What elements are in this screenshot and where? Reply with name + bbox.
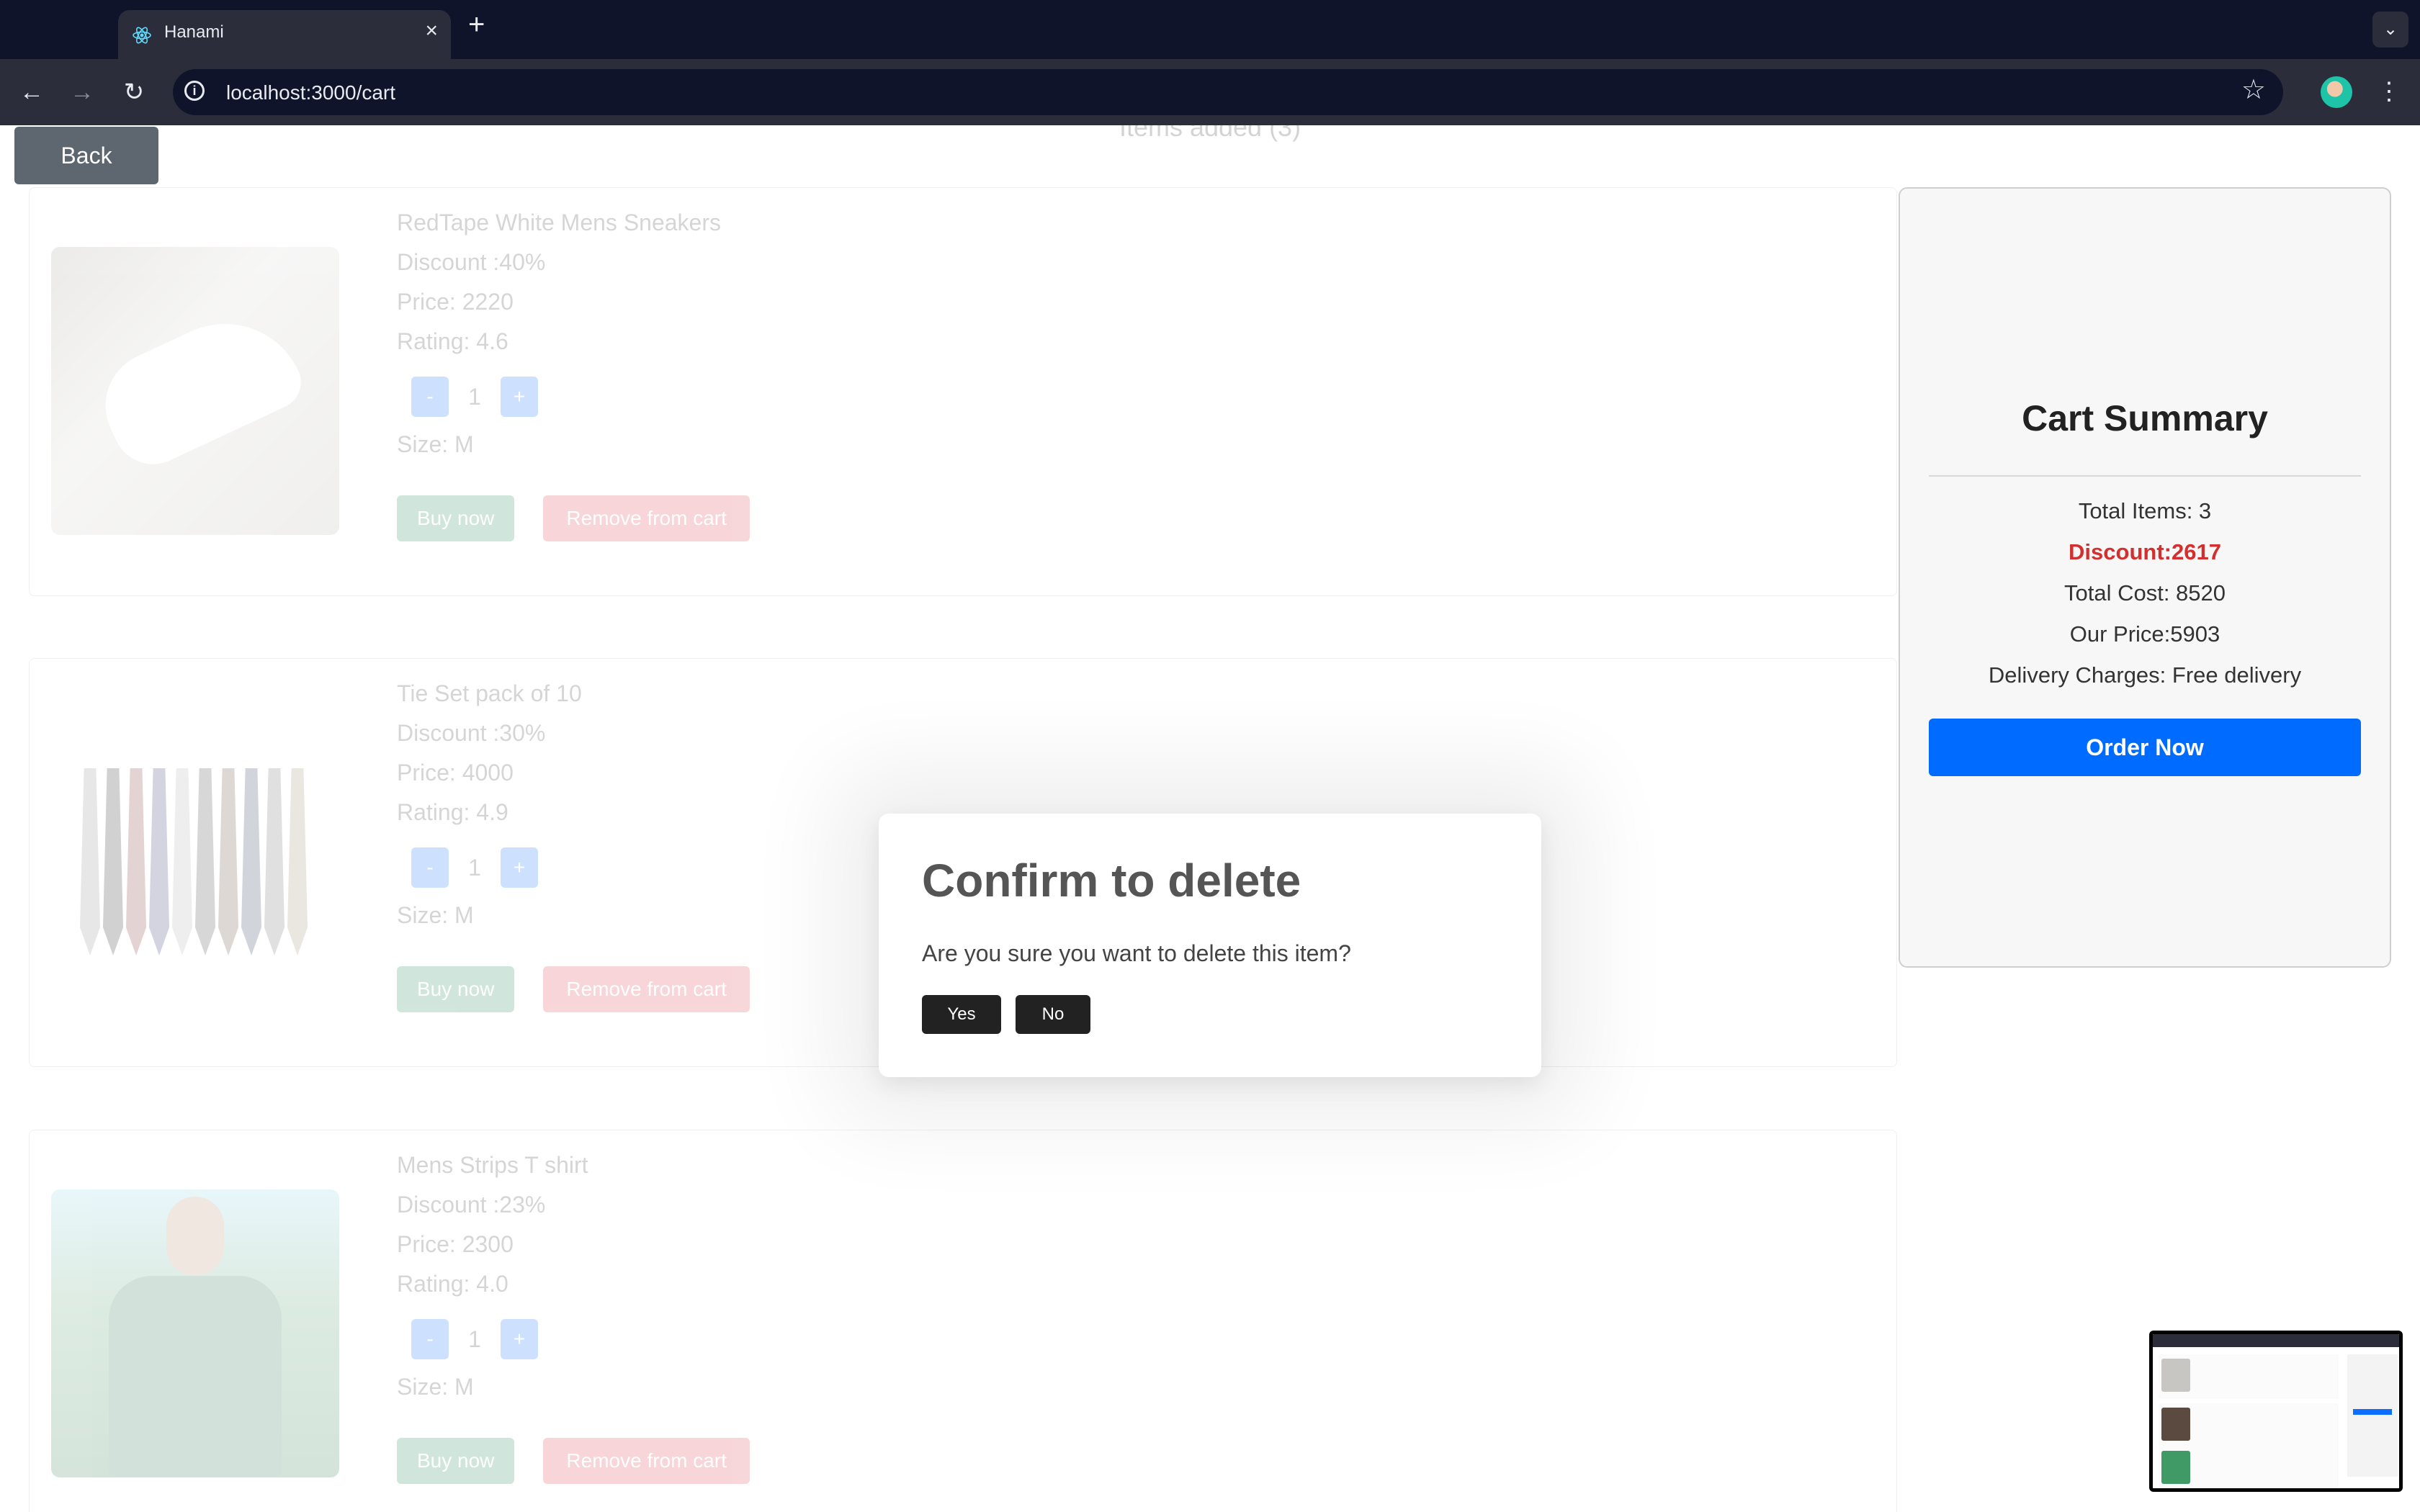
browser-tab[interactable]: Hanami × (118, 10, 451, 59)
dialog-message: Are you sure you want to delete this ite… (922, 940, 1351, 966)
product-size: Size: M (397, 902, 474, 928)
order-now-button[interactable]: Order Now (1929, 719, 2361, 776)
product-name: RedTape White Mens Sneakers (397, 210, 721, 235)
product-size: Size: M (397, 431, 474, 457)
dialog-title: Confirm to delete (922, 855, 1301, 906)
decrease-quantity-button[interactable]: - (411, 847, 449, 888)
summary-discount: Discount:2617 (2069, 539, 2221, 564)
reload-icon[interactable]: ↻ (117, 75, 151, 109)
summary-divider (1929, 475, 2361, 477)
react-logo-icon (133, 27, 151, 44)
increase-quantity-button[interactable]: + (501, 847, 538, 888)
tab-search-chevron-icon[interactable]: ⌄ (2372, 12, 2408, 48)
delivery-charges: Delivery Charges: Free delivery (1988, 662, 2302, 688)
url-text[interactable]: localhost:3000/cart (226, 81, 395, 104)
remove-from-cart-button[interactable]: Remove from cart (543, 966, 750, 1012)
forward-arrow-icon[interactable]: → (65, 75, 99, 109)
product-image-tshirt (51, 1189, 339, 1477)
product-discount: Discount :30% (397, 720, 546, 746)
our-price: Our Price:5903 (2069, 621, 2220, 647)
product-image-ties (51, 718, 339, 1006)
product-discount: Discount :23% (397, 1192, 546, 1218)
product-rating: Rating: 4.6 (397, 328, 508, 354)
product-size: Size: M (397, 1374, 474, 1400)
site-info-icon[interactable]: i (184, 81, 205, 101)
buy-now-button[interactable]: Buy now (397, 1438, 515, 1484)
screenshot-preview-thumbnail[interactable] (2149, 1331, 2403, 1492)
total-cost: Total Cost: 8520 (2063, 580, 2226, 606)
yes-button[interactable]: Yes (922, 995, 1001, 1034)
quantity-stepper: - 1 + (411, 1319, 750, 1359)
product-discount: Discount :40% (397, 249, 546, 275)
quantity-value: 1 (468, 1326, 481, 1352)
new-tab-button[interactable]: + (468, 10, 485, 39)
product-rating: Rating: 4.0 (397, 1271, 508, 1297)
bookmark-star-icon[interactable]: ☆ (2241, 76, 2266, 104)
tab-title: Hanami (164, 22, 224, 42)
quantity-stepper: - 1 + (411, 847, 750, 888)
buy-now-button[interactable]: Buy now (397, 495, 515, 541)
profile-avatar[interactable] (2321, 76, 2352, 108)
remove-from-cart-button[interactable]: Remove from cart (543, 495, 750, 541)
close-tab-icon[interactable]: × (425, 20, 438, 42)
items-added-heading: Items added (3) (1119, 125, 1301, 142)
product-price: Price: 4000 (397, 760, 514, 786)
confirm-delete-dialog: Confirm to delete Are you sure you want … (879, 814, 1541, 1077)
remove-from-cart-button[interactable]: Remove from cart (543, 1438, 750, 1484)
browser-menu-icon[interactable]: ⋮ (2377, 73, 2401, 109)
product-name: Tie Set pack of 10 (397, 680, 582, 706)
cart-item-card: RedTape White Mens Sneakers Discount :40… (29, 187, 1897, 596)
product-price: Price: 2220 (397, 289, 514, 315)
quantity-value: 1 (468, 854, 481, 881)
quantity-value: 1 (468, 383, 481, 410)
back-button[interactable]: Back (14, 127, 158, 184)
no-button[interactable]: No (1016, 995, 1090, 1034)
product-image-sneakers (51, 247, 339, 535)
cart-page: Items added (3) RedTape White Mens Sneak… (0, 125, 2420, 1512)
browser-toolbar: ← → ↻ i localhost:3000/cart ☆ ⋮ (0, 59, 2420, 125)
quantity-stepper: - 1 + (411, 377, 750, 417)
product-name: Mens Strips T shirt (397, 1152, 588, 1178)
address-bar[interactable]: i localhost:3000/cart ☆ (173, 69, 2283, 115)
increase-quantity-button[interactable]: + (501, 1319, 538, 1359)
buy-now-button[interactable]: Buy now (397, 966, 515, 1012)
increase-quantity-button[interactable]: + (501, 377, 538, 417)
product-rating: Rating: 4.9 (397, 799, 508, 825)
product-price: Price: 2300 (397, 1231, 514, 1257)
back-arrow-icon[interactable]: ← (14, 75, 49, 109)
decrease-quantity-button[interactable]: - (411, 1319, 449, 1359)
cart-summary-panel: Cart Summary Total Items: 3 Discount:261… (1899, 187, 2391, 968)
cart-item-card: Mens Strips T shirt Discount :23% Price:… (29, 1130, 1897, 1512)
decrease-quantity-button[interactable]: - (411, 377, 449, 417)
cart-summary-title: Cart Summary (2022, 398, 2268, 438)
browser-tab-bar: Hanami × + ⌄ (0, 0, 2420, 59)
total-items: Total Items: 3 (2078, 498, 2212, 523)
